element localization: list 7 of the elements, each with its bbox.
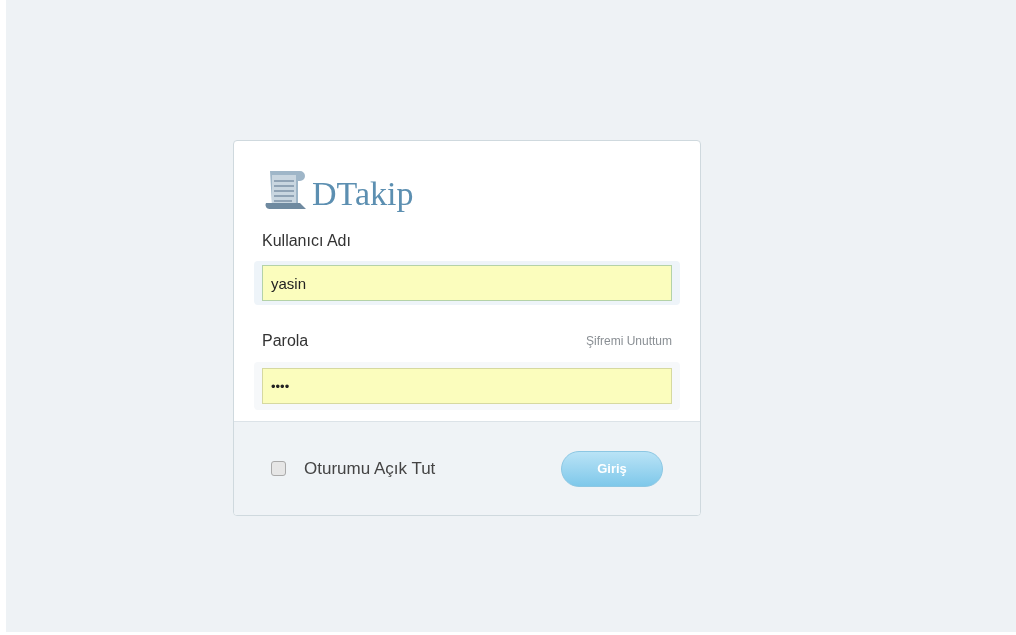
field-label: Parola xyxy=(262,331,309,351)
logo-text: DTakip xyxy=(312,177,414,211)
password-field[interactable]: •••• xyxy=(254,362,680,410)
field-label: Kullanıcı Adı xyxy=(262,231,352,251)
remember-label: Oturumu Açık Tut xyxy=(304,457,436,480)
remember-checkbox[interactable] xyxy=(271,461,286,476)
username-field[interactable]: yasin xyxy=(254,261,680,305)
